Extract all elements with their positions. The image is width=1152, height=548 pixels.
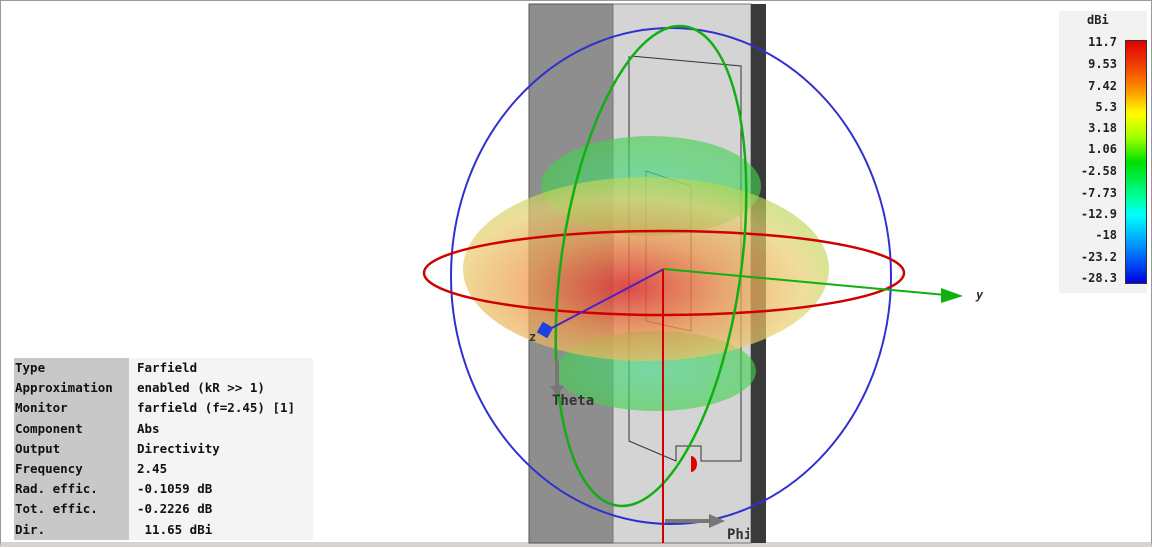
legend-tick: 9.53 bbox=[1088, 57, 1117, 71]
legend-tick: -18 bbox=[1095, 228, 1117, 242]
legend-tick: -23.2 bbox=[1080, 250, 1117, 264]
info-value: -0.1059 dB bbox=[129, 479, 313, 500]
phi-label: Phi bbox=[727, 527, 749, 543]
info-row-frequency: Frequency 2.45 bbox=[14, 458, 313, 480]
info-key: Type bbox=[14, 358, 129, 379]
info-row-component: Component Abs bbox=[14, 418, 313, 439]
legend-tick: -12.9 bbox=[1080, 207, 1117, 221]
info-key: Dir. bbox=[14, 519, 129, 540]
farfield-info-table: Type Farfield Approximation enabled (kR >>… bbox=[14, 358, 313, 540]
info-row-dir: Dir. 11.65 dBi bbox=[14, 519, 313, 540]
legend-tick: 1.06 bbox=[1088, 142, 1117, 156]
farfield-viewport[interactable]: y z Theta Phi dBi 11.7 9.53 7.42 5.3 3.1… bbox=[0, 0, 1152, 547]
legend-tick: 7.42 bbox=[1088, 79, 1117, 93]
info-value: 2.45 bbox=[129, 458, 313, 480]
info-key: Rad. effic. bbox=[14, 479, 129, 500]
info-row-type: Type Farfield bbox=[14, 358, 313, 379]
info-key: Output bbox=[14, 438, 129, 459]
theta-label: Theta bbox=[552, 393, 595, 409]
info-key: Monitor bbox=[14, 398, 129, 419]
legend-tick: -7.73 bbox=[1080, 186, 1117, 200]
info-value: 11.65 dBi bbox=[129, 519, 313, 540]
info-key: Approximation bbox=[14, 378, 129, 399]
info-value: Farfield bbox=[129, 358, 313, 379]
main-lobe bbox=[463, 177, 829, 361]
color-bar bbox=[1125, 40, 1147, 284]
info-value: Abs bbox=[129, 418, 313, 439]
info-value: enabled (kR >> 1) bbox=[129, 378, 313, 399]
info-row-monitor: Monitor farfield (f=2.45) [1] bbox=[14, 398, 313, 419]
color-scale-legend: dBi 11.7 9.53 7.42 5.3 3.18 1.06 -2.58 -… bbox=[1059, 11, 1147, 293]
info-row-tot-effic: Tot. effic. -0.2226 dB bbox=[14, 499, 313, 520]
y-axis-label: y bbox=[976, 288, 984, 302]
legend-tick: -28.3 bbox=[1080, 271, 1117, 285]
legend-tick: 11.7 bbox=[1088, 35, 1117, 49]
info-value: farfield (f=2.45) [1] bbox=[129, 398, 313, 419]
info-row-output: Output Directivity bbox=[14, 438, 313, 459]
info-value: -0.2226 dB bbox=[129, 499, 313, 520]
legend-tick: 3.18 bbox=[1088, 121, 1117, 135]
y-axis-arrowhead bbox=[941, 288, 963, 303]
info-key: Frequency bbox=[14, 458, 129, 480]
info-key: Component bbox=[14, 418, 129, 439]
info-row-approximation: Approximation enabled (kR >> 1) bbox=[14, 378, 313, 399]
info-key: Tot. effic. bbox=[14, 499, 129, 520]
info-value: Directivity bbox=[129, 438, 313, 459]
info-row-rad-effic: Rad. effic. -0.1059 dB bbox=[14, 479, 313, 500]
legend-tick: -2.58 bbox=[1080, 164, 1117, 178]
legend-unit: dBi bbox=[1087, 13, 1109, 27]
legend-tick: 5.3 bbox=[1095, 100, 1117, 114]
z-axis-label: z bbox=[529, 330, 537, 344]
